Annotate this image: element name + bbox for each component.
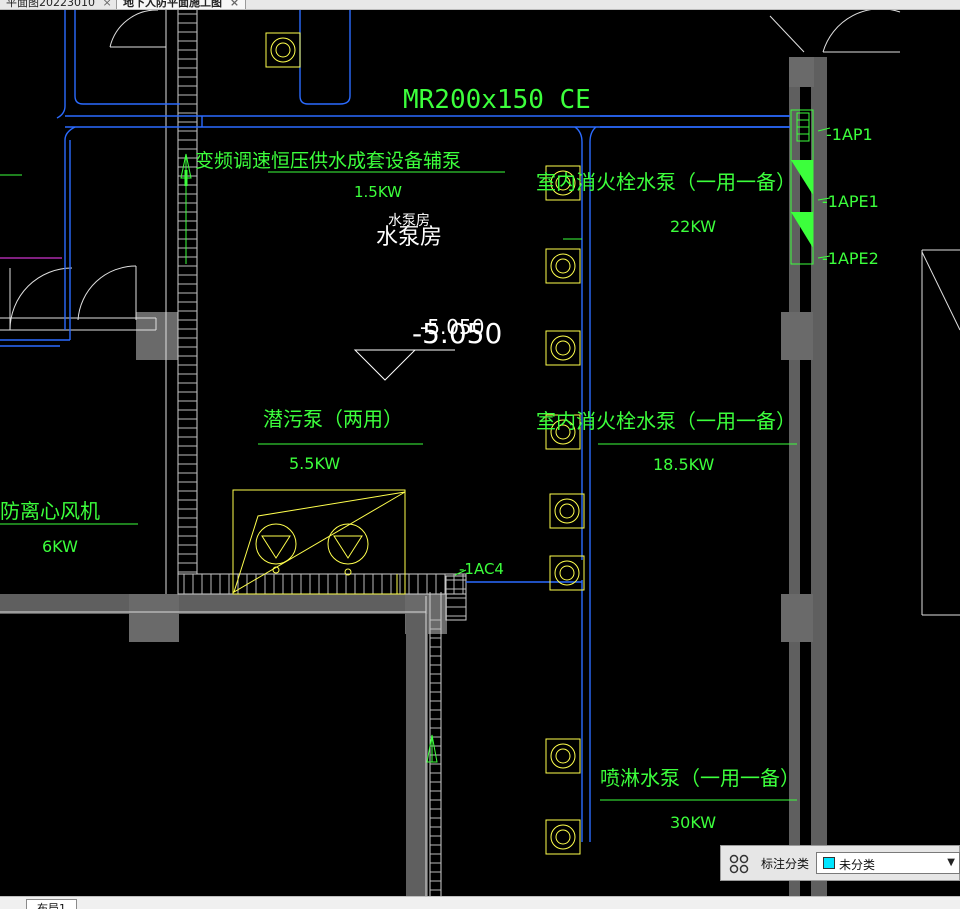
elevation-label: -5.050 bbox=[412, 317, 502, 350]
panel-tag-1ape1: -1APE1 bbox=[822, 192, 879, 211]
close-icon[interactable]: × bbox=[103, 0, 112, 9]
hydrant-pump-2-power: 18.5KW bbox=[653, 455, 715, 474]
document-tab-bar: 平面图20223010 × 地下人防平面施工图 × bbox=[0, 0, 960, 10]
sewage-pump-name: 潜污泵（两用） bbox=[263, 407, 403, 431]
document-tab-2[interactable]: 地下人防平面施工图 × bbox=[116, 0, 247, 9]
chevron-down-icon[interactable]: ▼ bbox=[947, 857, 955, 868]
panel-tag-1ap1: -1AP1 bbox=[826, 125, 873, 144]
fan-power: 6KW bbox=[42, 537, 78, 556]
pump-room-label: 水泵房 bbox=[376, 225, 442, 250]
aux-pump-power: 1.5KW bbox=[354, 183, 402, 201]
annotation-category-label: 标注分类 bbox=[761, 857, 810, 871]
sprinkler-pump-name: 喷淋水泵（一用一备） bbox=[600, 766, 800, 790]
document-tab-1-label: 平面图20223010 bbox=[6, 0, 95, 9]
aux-pump-name: 变频调速恒压供水成套设备辅泵 bbox=[195, 150, 461, 172]
sprinkler-pump-power: 30KW bbox=[670, 813, 716, 832]
hydrant-pump-2-name: 室内消火栓水泵（一用一备） bbox=[536, 409, 796, 433]
duct-label: MR200x150 CE bbox=[403, 85, 591, 115]
fan-name: 消防离心风机 bbox=[0, 499, 100, 523]
hydrant-pump-1-name: 室内消火栓水泵（一用一备） bbox=[536, 170, 796, 194]
category-color-swatch bbox=[823, 857, 835, 869]
circuit-tag-1ac4: -1AC4 bbox=[459, 560, 504, 578]
document-tab-2-label: 地下人防平面施工图 bbox=[123, 0, 222, 9]
document-tab-1[interactable]: 平面图20223010 × bbox=[0, 0, 118, 9]
grid-icon[interactable] bbox=[729, 854, 749, 874]
hydrant-pump-1-power: 22KW bbox=[670, 217, 716, 236]
annotation-category-select[interactable]: 未分类 ▼ bbox=[816, 852, 960, 874]
elevation-marker bbox=[353, 349, 455, 381]
panel-tag-1ape2: -1APE2 bbox=[822, 249, 879, 268]
cad-drawing-canvas[interactable]: MR200x150 CE 变频调速恒压供水成套设备辅泵 1.5KW 水泵房 水泵… bbox=[0, 10, 960, 896]
layout-tab-bar: 布局1 bbox=[0, 896, 960, 909]
close-icon[interactable]: × bbox=[230, 0, 239, 9]
annotation-category-value: 未分类 bbox=[839, 858, 876, 872]
sewage-pump-power: 5.5KW bbox=[289, 454, 340, 473]
